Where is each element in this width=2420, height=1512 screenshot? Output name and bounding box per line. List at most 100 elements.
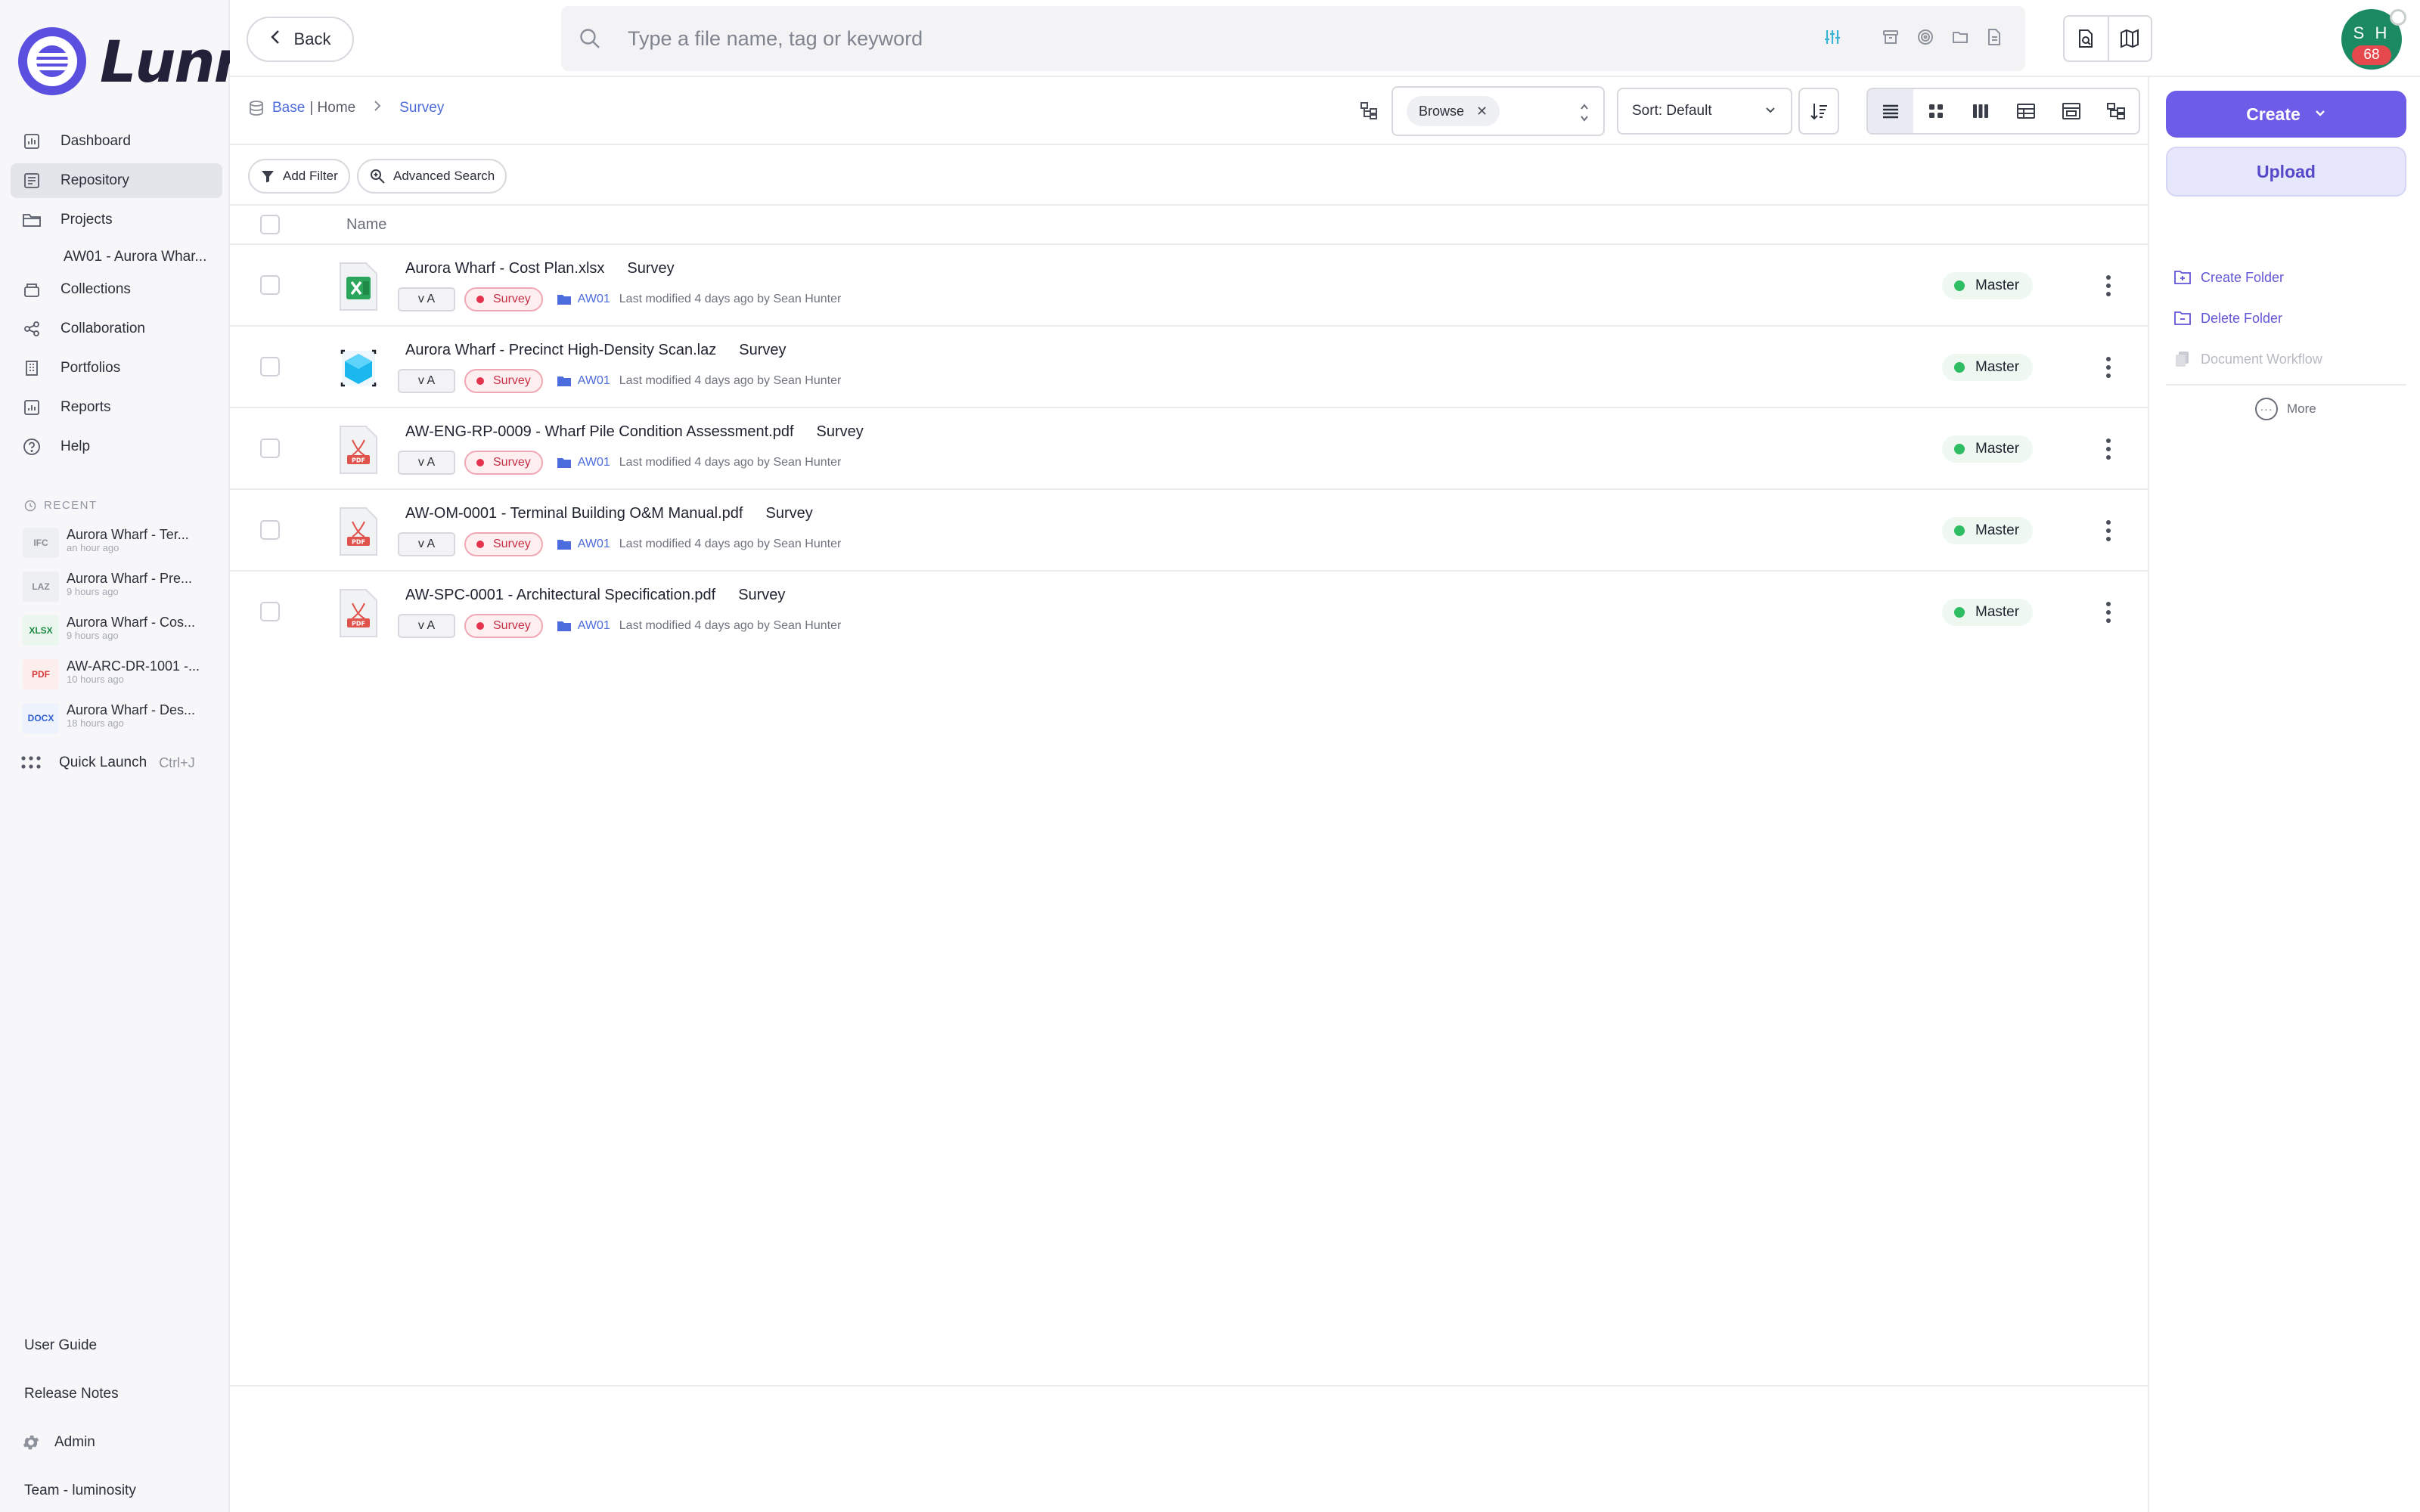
sort-select[interactable]: Sort: Default [1617, 88, 1792, 135]
folder-link[interactable]: AW01 [557, 293, 610, 306]
nav-collections[interactable]: Collections [11, 272, 222, 307]
row-menu-icon[interactable] [2098, 597, 2119, 627]
browse-mode-select[interactable]: Browse ✕ [1392, 86, 1605, 136]
brand-name: Lunr [100, 27, 242, 95]
row-checkbox[interactable] [260, 357, 280, 376]
table-row[interactable]: Aurora Wharf - Precinct High-Density Sca… [230, 327, 2148, 408]
row-checkbox[interactable] [260, 520, 280, 540]
clock-icon [24, 500, 36, 511]
file-name[interactable]: Aurora Wharf - Precinct High-Density Sca… [405, 342, 786, 359]
row-checkbox[interactable] [260, 602, 280, 621]
more-button[interactable]: ··· More [2255, 398, 2316, 420]
user-guide-link[interactable]: User Guide [24, 1321, 136, 1370]
table-row[interactable]: PDF AW-SPC-0001 - Architectural Specific… [230, 572, 2148, 653]
columns-icon [1973, 104, 1989, 118]
nav-label: Reports [60, 399, 111, 415]
nav-reports[interactable]: Reports [11, 390, 222, 425]
column-view-button[interactable] [1958, 89, 2003, 133]
version-badge[interactable]: v A [398, 614, 455, 638]
folder-outline-icon[interactable] [1951, 28, 1969, 50]
survey-tag[interactable]: Survey [464, 369, 543, 393]
more-label: More [2287, 401, 2316, 416]
archive-icon[interactable] [1882, 28, 1900, 50]
nav-help[interactable]: Help [11, 429, 222, 464]
row-checkbox[interactable] [260, 275, 280, 295]
notification-badge[interactable]: 68 [2352, 45, 2391, 65]
table-row[interactable]: Aurora Wharf - Cost Plan.xlsx Survey v A … [230, 245, 2148, 327]
point-cloud-file-icon [340, 349, 377, 387]
file-search-icon [2079, 29, 2093, 48]
brand-logo[interactable]: Lunr [18, 27, 242, 95]
back-button[interactable]: Back [247, 17, 354, 62]
admin-link[interactable]: Admin [21, 1418, 136, 1467]
breadcrumb-home[interactable]: | Home [309, 100, 355, 116]
recent-item[interactable]: DOCX Aurora Wharf - Des... 18 hours ago [23, 702, 212, 747]
survey-tag[interactable]: Survey [464, 614, 543, 638]
survey-tag[interactable]: Survey [464, 451, 543, 475]
column-name-header[interactable]: Name [346, 216, 386, 234]
version-badge[interactable]: v A [398, 532, 455, 556]
survey-tag[interactable]: Survey [464, 287, 543, 311]
row-checkbox[interactable] [260, 438, 280, 458]
nav-collaboration[interactable]: Collaboration [11, 311, 222, 346]
gallery-view-button[interactable] [2049, 89, 2094, 133]
table-row[interactable]: PDF AW-ENG-RP-0009 - Wharf Pile Conditio… [230, 408, 2148, 490]
close-icon[interactable]: ✕ [1476, 104, 1488, 119]
row-menu-icon[interactable] [2098, 352, 2119, 383]
table-row[interactable]: PDF AW-OM-0001 - Terminal Building O&M M… [230, 490, 2148, 572]
table-view-button[interactable] [2003, 89, 2049, 133]
nav-project-aw01[interactable]: AW01 - Aurora Whar... [11, 242, 222, 272]
svg-text:PDF: PDF [352, 621, 365, 627]
version-badge[interactable]: v A [398, 287, 455, 311]
map-button[interactable] [2107, 17, 2151, 60]
sliders-icon[interactable] [1823, 27, 1842, 51]
recent-item-time: 9 hours ago [67, 585, 119, 597]
create-folder-action[interactable]: Create Folder [2173, 257, 2322, 298]
recent-item[interactable]: LAZ Aurora Wharf - Pre... 9 hours ago [23, 571, 212, 615]
select-all-checkbox[interactable] [260, 215, 280, 234]
release-notes-link[interactable]: Release Notes [24, 1370, 136, 1418]
recent-item[interactable]: IFC Aurora Wharf - Ter... an hour ago [23, 527, 212, 572]
delete-folder-action[interactable]: Delete Folder [2173, 298, 2322, 339]
row-menu-icon[interactable] [2098, 271, 2119, 301]
file-name[interactable]: Aurora Wharf - Cost Plan.xlsx Survey [405, 260, 675, 277]
tree-table-view-button[interactable] [2093, 89, 2139, 133]
row-menu-icon[interactable] [2098, 434, 2119, 464]
file-meta: v A Survey AW01 Last modified 4 days ago… [398, 451, 841, 475]
quick-launch[interactable]: Quick Launch Ctrl+J [21, 754, 195, 771]
file-search-button[interactable] [2065, 17, 2108, 60]
breadcrumb-base[interactable]: Base [272, 100, 305, 116]
document-icon[interactable] [1986, 28, 2003, 50]
folder-link[interactable]: AW01 [557, 374, 610, 388]
modified-text: Last modified 4 days ago by Sean Hunter [619, 293, 842, 305]
nav-projects[interactable]: Projects [11, 203, 222, 237]
version-badge[interactable]: v A [398, 369, 455, 393]
tree-view-toggle[interactable] [1357, 98, 1381, 122]
advanced-search-button[interactable]: Advanced Search [357, 159, 507, 194]
nav-repository[interactable]: Repository [11, 163, 222, 198]
upload-button[interactable]: Upload [2166, 147, 2406, 197]
grid-view-button[interactable] [1913, 89, 1959, 133]
folder-link[interactable]: AW01 [557, 619, 610, 633]
survey-tag[interactable]: Survey [464, 532, 543, 556]
nav-dashboard[interactable]: Dashboard [11, 124, 222, 159]
target-icon[interactable] [1916, 28, 1934, 50]
recent-item[interactable]: PDF AW-ARC-DR-1001 -... 10 hours ago [23, 658, 212, 703]
file-name[interactable]: AW-SPC-0001 - Architectural Specificatio… [405, 587, 785, 604]
nav-portfolios[interactable]: Portfolios [11, 351, 222, 386]
folder-link[interactable]: AW01 [557, 538, 610, 551]
recent-item[interactable]: XLSX Aurora Wharf - Cos... 9 hours ago [23, 615, 212, 659]
row-menu-icon[interactable] [2098, 516, 2119, 546]
version-badge[interactable]: v A [398, 451, 455, 475]
breadcrumb-current[interactable]: Survey [399, 100, 444, 116]
sort-direction-button[interactable] [1798, 88, 1839, 135]
team-switcher[interactable]: Team - luminosity [24, 1467, 136, 1512]
search-input[interactable] [628, 26, 1762, 51]
file-name[interactable]: AW-ENG-RP-0009 - Wharf Pile Condition As… [405, 423, 864, 441]
file-name[interactable]: AW-OM-0001 - Terminal Building O&M Manua… [405, 505, 813, 522]
recent-item-time: 18 hours ago [67, 717, 124, 729]
add-filter-button[interactable]: Add Filter [248, 159, 350, 194]
folder-link[interactable]: AW01 [557, 456, 610, 469]
list-view-button[interactable] [1868, 89, 1913, 133]
create-button[interactable]: Create [2166, 91, 2406, 138]
